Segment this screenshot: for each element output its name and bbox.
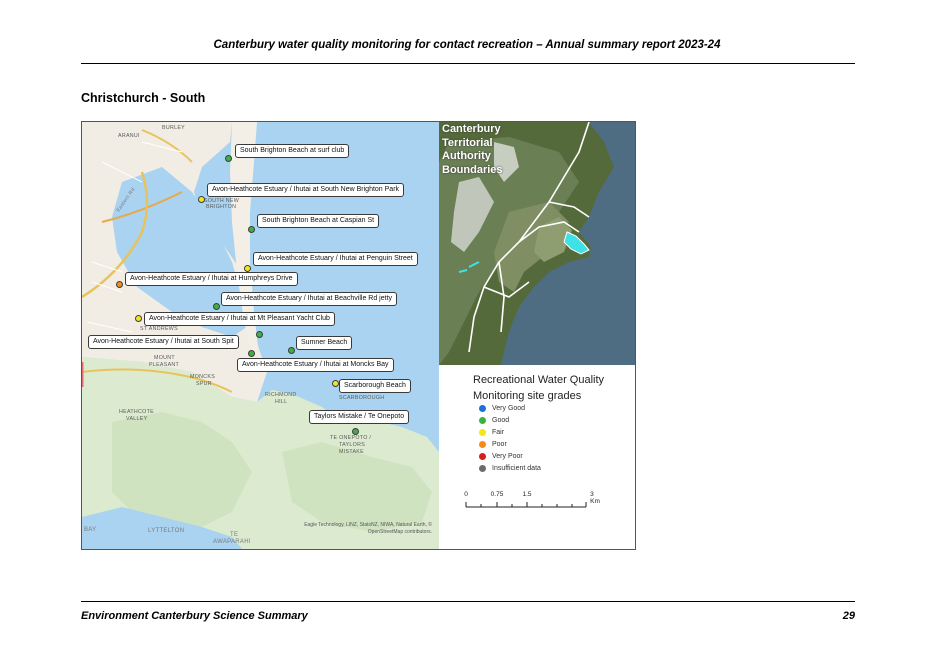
inset-map-title: Canterbury Territorial Authority Boundar… [442, 123, 503, 176]
site-label-south-brighton-surf-club: South Brighton Beach at surf club [235, 144, 350, 158]
place-label-brighton: BRIGHTON [206, 204, 237, 210]
scale-label-15: 1.5 [522, 491, 532, 498]
legend-item-poor: Poor [479, 441, 507, 448]
site-marker-caspian-st[interactable] [248, 226, 255, 233]
legend-dot-very-poor [479, 453, 486, 460]
site-label-south-spit: Avon-Heathcote Estuary / Ihutai at South… [88, 335, 239, 349]
footer-rule [81, 601, 855, 603]
legend-dot-very-good [479, 405, 486, 412]
report-header-title: Canterbury water quality monitoring for … [213, 39, 721, 51]
scale-bar: 0 0.75 1.5 3 Km [461, 491, 600, 511]
site-label-moncks-bay: Avon-Heathcote Estuary / Ihutai at Monck… [237, 358, 394, 372]
place-label-mistake: MISTAKE [339, 449, 364, 455]
site-marker-penguin-street[interactable] [244, 265, 251, 272]
place-label-pleasant: PLEASANT [149, 362, 180, 368]
legend-dot-insufficient-data [479, 465, 486, 472]
main-map: ARANUI BURLEY SOUTH NEW BRIGHTON ST ANDR… [82, 122, 439, 549]
map-legend: Recreational Water Quality Monitoring si… [439, 365, 635, 549]
site-label-sumner-beach: Sumner Beach [296, 336, 353, 350]
legend-item-very-good: Very Good [479, 405, 525, 412]
place-label-spur: SPUR [196, 381, 212, 387]
place-label-te-onepoto: TE ONEPOTO / [330, 435, 372, 441]
place-label-st-andrews: ST ANDREWS [140, 326, 178, 332]
place-label-bay: BAY [84, 527, 97, 533]
site-label-mt-pleasant-yacht-club: Avon-Heathcote Estuary / Ihutai at Mt Pl… [144, 312, 335, 326]
legend-dot-good [479, 417, 486, 424]
site-marker-south-brighton-surf-club[interactable] [225, 155, 232, 162]
site-marker-south-new-brighton-park[interactable] [198, 196, 205, 203]
site-label-humphreys-drive: Avon-Heathcote Estuary / Ihutai at Humph… [125, 272, 298, 286]
section-title: Christchurch - South [81, 91, 206, 105]
site-label-caspian-st: South Brighton Beach at Caspian St [257, 214, 380, 228]
site-label-scarborough-beach: Scarborough Beach [339, 379, 411, 393]
map-attribution: Eagle Technology, LINZ, StatsNZ, NIWA, N… [304, 522, 432, 535]
place-label-te: TE [230, 532, 239, 538]
place-label-valley: VALLEY [126, 416, 148, 422]
place-label-burley: BURLEY [162, 125, 185, 131]
place-label-taylors: TAYLORS [339, 442, 366, 448]
place-label-heathcote: HEATHCOTE [119, 409, 154, 415]
site-marker-mt-pleasant-yacht-club[interactable] [135, 315, 142, 322]
place-label-moncks: MONCKS [190, 374, 216, 380]
legend-title: Recreational Water Quality Monitoring si… [473, 374, 605, 402]
place-label-richmond: RICHMOND [265, 392, 297, 398]
place-label-awaparahi: AWAPARAHI [213, 539, 251, 545]
site-marker-sumner-beach[interactable] [288, 347, 295, 354]
site-label-penguin-street: Avon-Heathcote Estuary / Ihutai at Pengu… [253, 252, 418, 266]
scale-bar-graphic [465, 502, 587, 508]
header-rule [81, 63, 855, 65]
place-label-mount: MOUNT [154, 355, 175, 361]
site-label-beachville-rd-jetty: Avon-Heathcote Estuary / Ihutai at Beach… [221, 292, 398, 306]
site-label-south-new-brighton-park: Avon-Heathcote Estuary / Ihutai at South… [207, 183, 405, 197]
legend-item-very-poor: Very Poor [479, 453, 523, 460]
site-marker-scarborough-beach[interactable] [332, 380, 339, 387]
map-figure: ARANUI BURLEY SOUTH NEW BRIGHTON ST ANDR… [81, 121, 636, 550]
legend-item-insufficient-data: Insufficient data [479, 465, 541, 472]
place-label-scarborough: SCARBOROUGH [339, 395, 385, 401]
place-label-hill: HILL [275, 399, 288, 405]
site-marker-beachville-rd-jetty[interactable] [213, 303, 220, 310]
place-label-aranui: ARANUI [118, 133, 140, 139]
legend-dot-fair [479, 429, 486, 436]
place-label-lyttelton: LYTTELTON [148, 528, 185, 534]
legend-item-good: Good [479, 417, 509, 424]
site-marker-taylors-mistake[interactable] [352, 428, 359, 435]
site-label-taylors-mistake: Taylors Mistake / Te Onepoto [309, 410, 410, 424]
scale-label-0: 0 [464, 491, 468, 498]
footer-page-number: 29 [842, 610, 855, 622]
footer-publication-title: Environment Canterbury Science Summary [81, 610, 308, 622]
legend-dot-poor [479, 441, 486, 448]
site-marker-humphreys-drive[interactable] [116, 281, 123, 288]
inset-map: Canterbury Territorial Authority Boundar… [439, 122, 635, 365]
site-marker-moncks-bay[interactable] [248, 350, 255, 357]
legend-item-fair: Fair [479, 429, 504, 436]
scale-label-075: 0.75 [490, 491, 504, 498]
site-marker-south-spit[interactable] [256, 331, 263, 338]
